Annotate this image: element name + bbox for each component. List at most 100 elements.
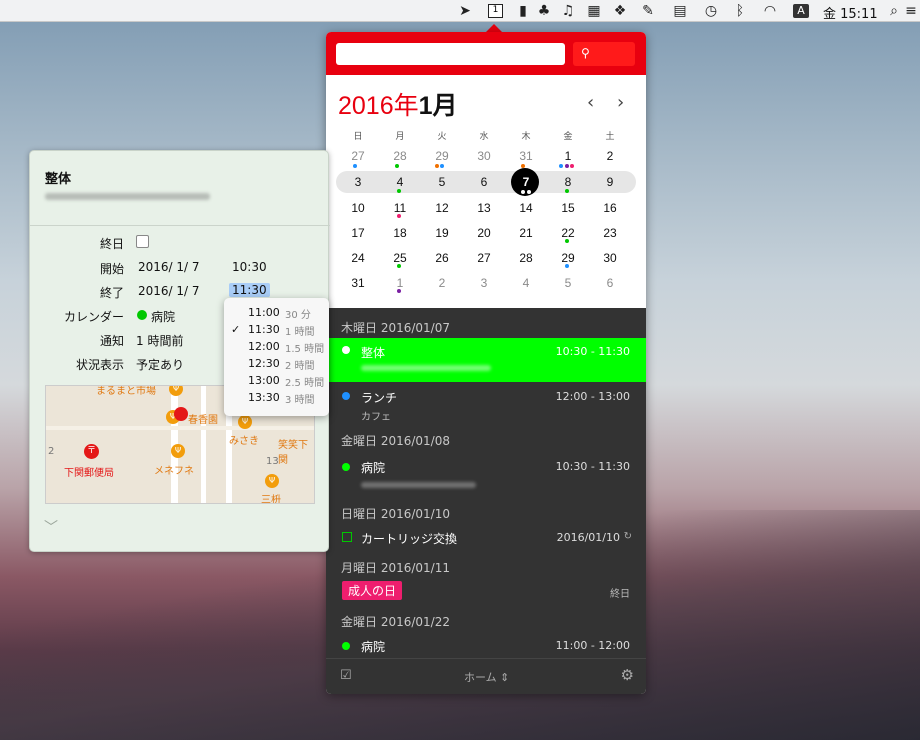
time-option[interactable]: ✓ 11:30 1 時間 — [224, 323, 329, 340]
calendar-day[interactable]: 26 — [430, 251, 454, 265]
calendar-day[interactable]: 4 — [388, 175, 412, 189]
calendar-day[interactable]: 21 — [514, 226, 538, 240]
bluetooth-icon[interactable]: ᛒ — [732, 0, 748, 22]
time-option[interactable]: 13:00 2.5 時間 — [224, 374, 329, 391]
document-icon[interactable]: ▤ — [672, 0, 688, 22]
calendar-day[interactable]: 4 — [514, 276, 538, 290]
calendar-day[interactable]: 6 — [598, 276, 622, 290]
keyboard-icon[interactable]: ▦ — [586, 0, 602, 22]
reminder-row[interactable]: カートリッジ交換 2016/01/10 ↻ — [326, 528, 646, 550]
calendar-day[interactable]: 1 — [556, 149, 580, 163]
calendar-day[interactable]: 18 — [388, 226, 412, 240]
time-machine-icon[interactable]: ◷ — [702, 0, 720, 22]
calendar-day[interactable]: 28 — [514, 251, 538, 265]
holiday-pill[interactable]: 成人の日 — [342, 581, 403, 600]
calendar-day[interactable]: 5 — [430, 175, 454, 189]
calendar-day[interactable]: 30 — [598, 251, 622, 265]
calendar-day[interactable]: 27 — [346, 149, 370, 163]
end-time-field[interactable]: 11:30 — [229, 283, 270, 297]
dropbox-icon[interactable]: ❖ — [612, 0, 628, 22]
blurred-note — [361, 482, 476, 488]
gear-icon[interactable]: ⚙ — [621, 666, 634, 684]
start-date-field[interactable]: 2016/ 1/ 7 — [138, 260, 200, 274]
calendar-day[interactable]: 1 — [388, 276, 412, 290]
menu-icon[interactable]: ≡ — [904, 0, 918, 22]
status-selector[interactable]: 予定あり — [136, 356, 184, 373]
calendar-selector[interactable]: 病院 — [151, 308, 175, 325]
evernote-icon[interactable]: ♣ — [536, 0, 552, 22]
search-icon[interactable]: ⌕ — [886, 0, 902, 22]
time-option[interactable]: 13:30 3 時間 — [224, 391, 329, 408]
event-dot — [397, 189, 401, 193]
calendar-day[interactable]: 31 — [346, 276, 370, 290]
search-button[interactable]: ⚲ — [573, 42, 635, 66]
calendar-day[interactable]: 9 — [598, 175, 622, 189]
calendar-day[interactable]: 19 — [430, 226, 454, 240]
wifi-icon[interactable]: ◠ — [760, 0, 780, 22]
reminders-toggle-icon[interactable]: ☑ — [340, 668, 352, 683]
time-option[interactable]: 12:00 1.5 時間 — [224, 340, 329, 357]
location-icon[interactable]: ➤ — [458, 0, 472, 22]
calendar-day[interactable]: 5 — [556, 276, 580, 290]
calendar-selector[interactable]: ホーム ⇕ — [464, 669, 509, 685]
popover-footer: ☑ ホーム ⇕ ⚙ — [326, 658, 646, 694]
calendar-day[interactable]: 28 — [388, 149, 412, 163]
calendar-day[interactable]: 7 — [514, 175, 538, 189]
calendar-day[interactable]: 22 — [556, 226, 580, 240]
event-dot — [440, 164, 444, 168]
time-option[interactable]: 12:30 2 時間 — [224, 357, 329, 374]
calendar-day[interactable]: 16 — [598, 201, 622, 215]
dow-label: 木 — [521, 132, 531, 142]
input-method-icon[interactable]: A — [793, 4, 809, 18]
event-row-selected[interactable]: 整体 10:30 - 11:30 — [326, 338, 646, 382]
calendar-day[interactable]: 3 — [472, 276, 496, 290]
alert-selector[interactable]: 1 時間前 — [136, 332, 183, 349]
calendar-day[interactable]: 10 — [346, 201, 370, 215]
pen-icon[interactable]: ✎ — [640, 0, 656, 22]
calendar-day[interactable]: 23 — [598, 226, 622, 240]
end-date-field[interactable]: 2016/ 1/ 7 — [138, 284, 200, 298]
calendar-day[interactable]: 20 — [472, 226, 496, 240]
calendar-day[interactable]: 24 — [346, 251, 370, 265]
calendar-day[interactable]: 13 — [472, 201, 496, 215]
event-row[interactable]: 病院 10:30 - 11:30 — [326, 454, 646, 494]
time-option[interactable]: 11:00 30 分 — [224, 306, 329, 323]
chevron-down-icon[interactable]: ﹀ — [44, 517, 58, 537]
calendar-menubar-icon[interactable]: 1 — [488, 4, 503, 18]
divider — [30, 225, 330, 226]
menubar-clock[interactable]: 金 15:11 — [823, 3, 878, 22]
start-time-field[interactable]: 10:30 — [232, 260, 267, 274]
event-dot — [565, 164, 569, 168]
calendar-day[interactable]: 15 — [556, 201, 580, 215]
calendar-day[interactable]: 17 — [346, 226, 370, 240]
calendar-day[interactable]: 6 — [472, 175, 496, 189]
calendar-day[interactable]: 11 — [388, 201, 412, 215]
event-row[interactable]: ランチ 12:00 - 13:00 カフェ — [326, 384, 646, 428]
calendar-day[interactable]: 14 — [514, 201, 538, 215]
reminder-checkbox[interactable] — [342, 532, 352, 542]
search-icon: ⚲ — [581, 46, 590, 60]
blurred-note — [361, 365, 491, 371]
calendar-day[interactable]: 29 — [430, 149, 454, 163]
music-icon[interactable]: ♫ — [560, 0, 576, 22]
dow-label: 水 — [479, 132, 489, 142]
next-month-button[interactable]: › — [617, 92, 624, 113]
allday-checkbox[interactable] — [136, 235, 149, 248]
bookmark-icon[interactable]: ▮ — [516, 0, 530, 22]
time-option-duration: 2.5 時間 — [285, 378, 325, 389]
calendar-day[interactable]: 3 — [346, 175, 370, 189]
calendar-day[interactable]: 12 — [430, 201, 454, 215]
calendar-day[interactable]: 29 — [556, 251, 580, 265]
calendar-day[interactable]: 2 — [430, 276, 454, 290]
event-title[interactable]: 整体 — [45, 168, 71, 187]
calendar-day[interactable]: 30 — [472, 149, 496, 163]
event-row[interactable]: 病院 11:00 - 12:00 — [326, 636, 646, 658]
calendar-day[interactable]: 8 — [556, 175, 580, 189]
calendar-day[interactable]: 31 — [514, 149, 538, 163]
search-input[interactable] — [336, 43, 565, 65]
calendar-day[interactable]: 25 — [388, 251, 412, 265]
calendar-day[interactable]: 27 — [472, 251, 496, 265]
calendar-day[interactable]: 2 — [598, 149, 622, 163]
repeat-icon: ↻ — [623, 531, 632, 542]
prev-month-button[interactable]: ‹ — [587, 92, 594, 113]
